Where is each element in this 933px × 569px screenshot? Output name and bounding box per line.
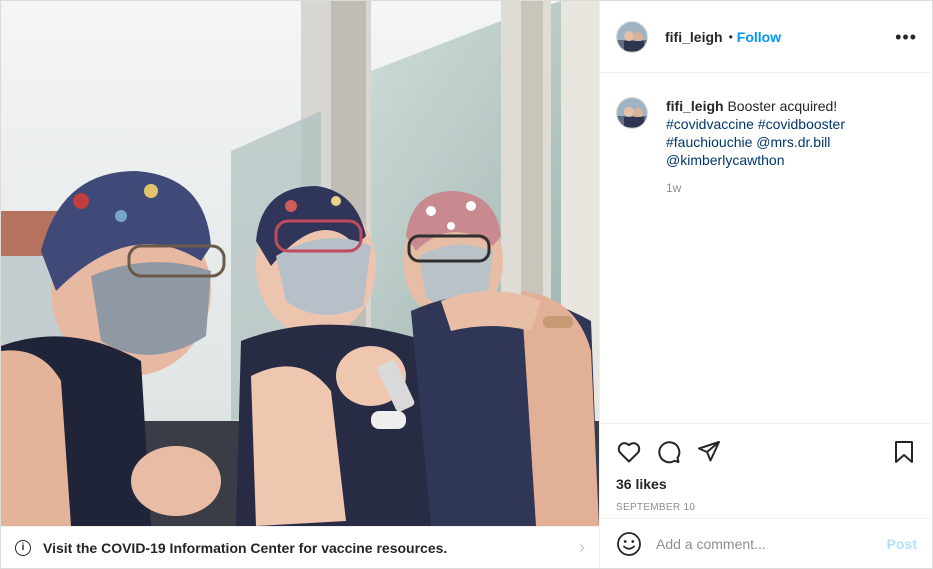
mention-link[interactable]: @kimberlycawthon bbox=[666, 152, 784, 168]
photo-illustration bbox=[1, 1, 599, 526]
caption-body: Booster acquired! bbox=[727, 98, 838, 114]
action-icons bbox=[616, 428, 917, 476]
author-username[interactable]: fifi_leigh bbox=[665, 29, 723, 45]
hashtag-link[interactable]: #fauchiouchie bbox=[666, 134, 752, 150]
hashtag-link[interactable]: #covidbooster bbox=[758, 116, 845, 132]
post-actions: 36 likes SEPTEMBER 10 bbox=[600, 423, 933, 518]
comment-input[interactable] bbox=[656, 535, 879, 552]
follow-button[interactable]: Follow bbox=[737, 29, 781, 45]
chevron-right-icon: › bbox=[579, 537, 585, 557]
info-icon: i bbox=[15, 539, 31, 556]
likes-count[interactable]: 36 likes bbox=[616, 476, 917, 492]
comments-area: fifi_leigh Booster acquired! #covidvacci… bbox=[600, 73, 933, 423]
covid-info-text: Visit the COVID-19 Information Center fo… bbox=[43, 539, 448, 556]
share-icon[interactable] bbox=[696, 439, 722, 465]
heart-icon[interactable] bbox=[616, 439, 642, 465]
post-photo[interactable] bbox=[1, 1, 599, 526]
mention-link[interactable]: @mrs.dr.bill bbox=[756, 134, 830, 150]
author-avatar[interactable] bbox=[616, 20, 648, 53]
caption-avatar[interactable] bbox=[616, 97, 648, 129]
post-header: fifi_leigh • Follow ••• bbox=[600, 1, 933, 73]
hashtag-link[interactable]: #covidvaccine bbox=[666, 116, 754, 132]
caption-row: fifi_leigh Booster acquired! #covidvacci… bbox=[616, 97, 917, 169]
caption-username[interactable]: fifi_leigh bbox=[666, 98, 724, 114]
post-side-panel: fifi_leigh • Follow ••• fifi_leigh Boost… bbox=[599, 1, 933, 568]
comment-box: Post bbox=[600, 518, 933, 568]
caption-timestamp[interactable]: 1w bbox=[666, 181, 917, 195]
post-date[interactable]: SEPTEMBER 10 bbox=[616, 502, 917, 513]
covid-info-banner[interactable]: i Visit the COVID-19 Information Center … bbox=[1, 526, 599, 568]
caption-text: fifi_leigh Booster acquired! #covidvacci… bbox=[666, 97, 916, 169]
post-comment-button[interactable]: Post bbox=[887, 536, 917, 552]
bookmark-icon[interactable] bbox=[891, 439, 917, 465]
more-options-icon[interactable]: ••• bbox=[895, 28, 917, 46]
emoji-icon[interactable] bbox=[616, 531, 642, 557]
separator-dot: • bbox=[728, 29, 733, 44]
comment-icon[interactable] bbox=[656, 439, 682, 465]
